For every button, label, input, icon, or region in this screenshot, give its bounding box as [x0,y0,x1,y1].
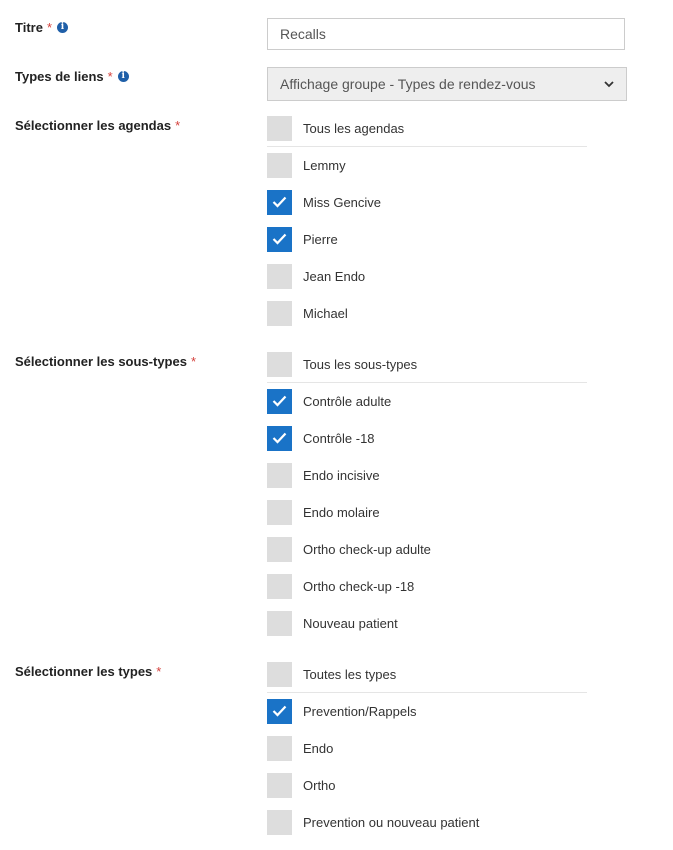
checkbox-sous-type-item[interactable]: Contrôle -18 [267,424,587,452]
checkbox[interactable] [267,809,292,835]
titre-label-text: Titre [15,20,43,35]
chevron-down-icon [604,81,614,88]
sous-types-label-text: Sélectionner les sous-types [15,354,187,369]
checkbox-label: Endo [303,740,334,756]
checkbox-sous-type-item[interactable]: Ortho check-up adulte [267,535,587,563]
checkbox-sous-type-item[interactable]: Contrôle adulte [267,387,587,415]
titre-label: Titre * i [15,20,68,35]
checkbox-label: Tous les agendas [303,120,405,136]
types-label-text: Sélectionner les types [15,664,153,679]
checkbox-agenda-item[interactable]: Lemmy [267,151,587,179]
checkbox-label: Endo molaire [303,504,380,520]
required-mark: * [107,69,113,84]
checkmark-icon [272,395,287,407]
checkbox-agenda-item[interactable]: Jean Endo [267,262,587,290]
checkbox[interactable] [267,536,292,562]
titre-input[interactable] [267,18,625,50]
agendas-label-text: Sélectionner les agendas [15,118,172,133]
checkbox[interactable] [267,263,292,289]
checkbox-label: Toutes les types [303,666,397,682]
checkbox[interactable] [267,573,292,599]
checkmark-icon [272,705,287,717]
checkbox-sous-type-item[interactable]: Nouveau patient [267,609,587,637]
checkbox[interactable] [267,351,292,377]
checkbox[interactable] [267,735,292,761]
types-label: Sélectionner les types * [15,664,161,679]
checkmark-icon [272,196,287,208]
checkbox[interactable] [267,462,292,488]
checkbox-label: Contrôle adulte [303,393,392,409]
types-liens-label: Types de liens * i [15,69,129,84]
checkbox[interactable] [267,388,292,414]
types-liens-select[interactable]: Affichage groupe - Types de rendez-vous [267,67,627,101]
checkbox-agenda-item[interactable]: Michael [267,299,587,327]
checkbox[interactable] [267,226,292,252]
checkbox-all-sous-types[interactable]: Tous les sous-types [267,350,587,378]
divider [267,146,587,147]
checkbox-type-item[interactable]: Prevention/Rappels [267,697,587,725]
checkbox-agenda-item[interactable]: Pierre [267,225,587,253]
required-mark: * [175,118,181,133]
agendas-label: Sélectionner les agendas * [15,118,180,133]
checkbox-sous-type-item[interactable]: Endo molaire [267,498,587,526]
checkmark-icon [272,432,287,444]
checkbox-label: Ortho check-up adulte [303,541,431,557]
checkbox[interactable] [267,115,292,141]
divider [267,382,587,383]
checkbox-type-item[interactable]: Prevention ou nouveau patient [267,808,587,836]
checkbox[interactable] [267,610,292,636]
checkbox-all-agendas[interactable]: Tous les agendas [267,114,587,142]
checkbox[interactable] [267,661,292,687]
checkbox-label: Contrôle -18 [303,430,375,446]
required-mark: * [190,354,197,369]
checkbox-label: Endo incisive [303,467,380,483]
info-icon[interactable]: i [117,71,129,82]
checkbox-label: Miss Gencive [303,194,382,210]
checkmark-icon [272,233,287,245]
checkbox-label: Ortho check-up -18 [303,578,415,594]
checkbox[interactable] [267,698,292,724]
checkbox-label: Nouveau patient [303,615,398,631]
types-liens-selected-value: Affichage groupe - Types de rendez-vous [280,76,536,92]
checkbox-sous-type-item[interactable]: Endo incisive [267,461,587,489]
checkbox-agenda-item[interactable]: Miss Gencive [267,188,587,216]
required-mark: * [156,664,162,679]
required-mark: * [46,20,52,35]
checkbox[interactable] [267,772,292,798]
checkbox-label: Jean Endo [303,268,366,284]
checkbox-label: Pierre [303,231,338,247]
checkbox[interactable] [267,425,292,451]
checkbox-label: Prevention ou nouveau patient [303,814,480,830]
checkbox-type-item[interactable]: Ortho [267,771,587,799]
checkbox-label: Michael [303,305,348,321]
checkbox-label: Lemmy [303,157,346,173]
checkbox[interactable] [267,152,292,178]
sous-types-label: Sélectionner les sous-types * [15,354,196,369]
checkbox-type-item[interactable]: Endo [267,734,587,762]
checkbox-label: Tous les sous-types [303,356,418,372]
checkbox-sous-type-item[interactable]: Ortho check-up -18 [267,572,587,600]
checkbox[interactable] [267,189,292,215]
divider [267,692,587,693]
checkbox[interactable] [267,300,292,326]
checkbox-label: Ortho [303,777,336,793]
types-liens-label-text: Types de liens [15,69,104,84]
info-icon[interactable]: i [57,22,68,33]
checkbox-all-types[interactable]: Toutes les types [267,660,587,688]
checkbox[interactable] [267,499,292,525]
checkbox-label: Prevention/Rappels [303,703,417,719]
